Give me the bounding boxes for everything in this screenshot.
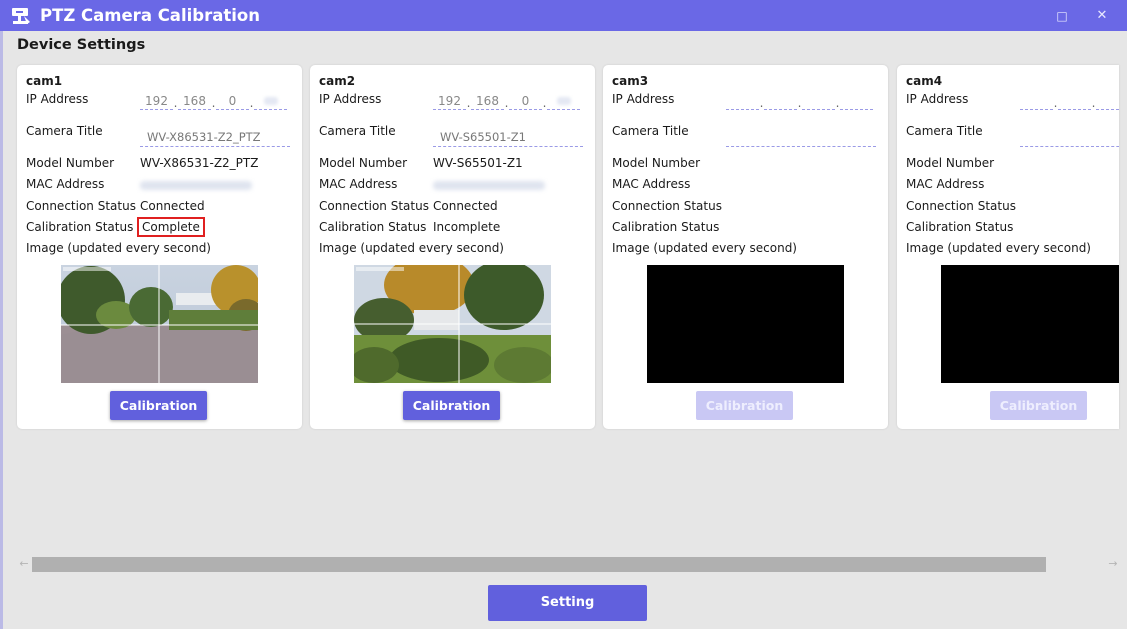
- connection-label: Connection Status: [26, 199, 136, 213]
- connection-label: Connection Status: [612, 199, 722, 213]
- ip-address-input[interactable]: 192. 168. 0.: [433, 92, 583, 110]
- title-label: Camera Title: [612, 124, 689, 138]
- horizontal-scrollbar[interactable]: ← →: [17, 555, 1120, 573]
- calibration-label: Calibration Status: [26, 220, 134, 234]
- section-title: Device Settings: [17, 37, 146, 53]
- close-icon[interactable]: ✕: [1082, 0, 1122, 31]
- ip-octet-3[interactable]: 0: [509, 93, 542, 110]
- mac-label: MAC Address: [906, 177, 985, 191]
- model-label: Model Number: [906, 156, 995, 170]
- ip-octet-2[interactable]: 168: [178, 93, 211, 110]
- model-label: Model Number: [319, 156, 408, 170]
- mac-value-redacted: [433, 181, 545, 190]
- setting-button[interactable]: Setting: [488, 585, 647, 621]
- calibration-button[interactable]: Calibration: [990, 391, 1087, 420]
- connection-label: Connection Status: [906, 199, 1016, 213]
- calibration-value: Incomplete: [433, 220, 501, 234]
- scroll-thumb[interactable]: [32, 557, 1046, 572]
- camera-card-cam4: cam4 IP Address . . . Camera Title Model…: [897, 65, 1119, 429]
- scroll-right-arrow-icon[interactable]: →: [1106, 555, 1120, 573]
- ip-octet-3[interactable]: 0: [216, 93, 249, 110]
- camera-name: cam4: [906, 74, 943, 88]
- ip-octet-3[interactable]: [1096, 93, 1119, 110]
- camera-image-no-signal: [941, 265, 1119, 383]
- ip-octet-1[interactable]: [726, 93, 759, 110]
- ip-address-input[interactable]: . . .: [726, 92, 876, 110]
- title-label: Camera Title: [26, 124, 103, 138]
- calibration-button[interactable]: Calibration: [110, 391, 207, 420]
- title-bar: PTZ Camera Calibration □ ✕: [0, 0, 1127, 31]
- calibration-button[interactable]: Calibration: [696, 391, 793, 420]
- window-border: [0, 31, 3, 629]
- ip-label: IP Address: [26, 92, 89, 106]
- camera-image: [61, 265, 258, 383]
- camera-image-no-signal: [647, 265, 844, 383]
- image-label: Image (updated every second): [319, 241, 504, 255]
- model-label: Model Number: [612, 156, 701, 170]
- connection-value: Connected: [140, 199, 205, 213]
- calibration-button[interactable]: Calibration: [403, 391, 500, 420]
- ip-label: IP Address: [319, 92, 382, 106]
- model-value: WV-X86531-Z2_PTZ: [140, 156, 259, 170]
- maximize-icon[interactable]: □: [1042, 0, 1082, 31]
- title-label: Camera Title: [906, 124, 983, 138]
- mac-label: MAC Address: [612, 177, 691, 191]
- camera-name: cam1: [26, 74, 63, 88]
- ip-octet-4[interactable]: [840, 93, 873, 110]
- ip-octet-2[interactable]: [1058, 93, 1091, 110]
- title-label: Camera Title: [319, 124, 396, 138]
- camera-title-input[interactable]: [1020, 127, 1119, 147]
- scroll-left-arrow-icon[interactable]: ←: [17, 555, 31, 573]
- ip-octet-1[interactable]: 192: [433, 93, 466, 110]
- ip-octet-4[interactable]: [254, 93, 287, 110]
- connection-label: Connection Status: [319, 199, 429, 213]
- calibration-value: Complete: [137, 217, 205, 237]
- image-label: Image (updated every second): [612, 241, 797, 255]
- camera-app-icon: [10, 5, 32, 27]
- connection-value: Connected: [433, 199, 498, 213]
- ip-octet-2[interactable]: [764, 93, 797, 110]
- ip-label: IP Address: [612, 92, 675, 106]
- ip-octet-1[interactable]: 192: [140, 93, 173, 110]
- ip-address-input[interactable]: . . .: [1020, 92, 1119, 110]
- calibration-label: Calibration Status: [319, 220, 427, 234]
- camera-title-input[interactable]: WV-X86531-Z2_PTZ: [140, 127, 290, 147]
- camera-image: [354, 265, 551, 383]
- camera-title-input[interactable]: WV-S65501-Z1: [433, 127, 583, 147]
- ip-octet-1[interactable]: [1020, 93, 1053, 110]
- camera-name: cam2: [319, 74, 356, 88]
- ip-label: IP Address: [906, 92, 969, 106]
- ip-address-input[interactable]: 192. 168. 0.: [140, 92, 290, 110]
- image-label: Image (updated every second): [906, 241, 1091, 255]
- calibration-label: Calibration Status: [906, 220, 1014, 234]
- model-label: Model Number: [26, 156, 115, 170]
- camera-title-input[interactable]: [726, 127, 876, 147]
- ip-octet-3[interactable]: [802, 93, 835, 110]
- ip-octet-2[interactable]: 168: [471, 93, 504, 110]
- camera-card-cam3: cam3 IP Address . . . Camera Title Model…: [603, 65, 888, 429]
- camera-card-cam1: cam1 IP Address 192. 168. 0. Camera Titl…: [17, 65, 302, 429]
- mac-value-redacted: [140, 181, 252, 190]
- model-value: WV-S65501-Z1: [433, 156, 523, 170]
- mac-label: MAC Address: [319, 177, 398, 191]
- camera-name: cam3: [612, 74, 649, 88]
- image-label: Image (updated every second): [26, 241, 211, 255]
- camera-card-cam2: cam2 IP Address 192. 168. 0. Camera Titl…: [310, 65, 595, 429]
- calibration-label: Calibration Status: [612, 220, 720, 234]
- ip-octet-4[interactable]: [547, 93, 580, 110]
- window-title: PTZ Camera Calibration: [40, 6, 260, 25]
- mac-label: MAC Address: [26, 177, 105, 191]
